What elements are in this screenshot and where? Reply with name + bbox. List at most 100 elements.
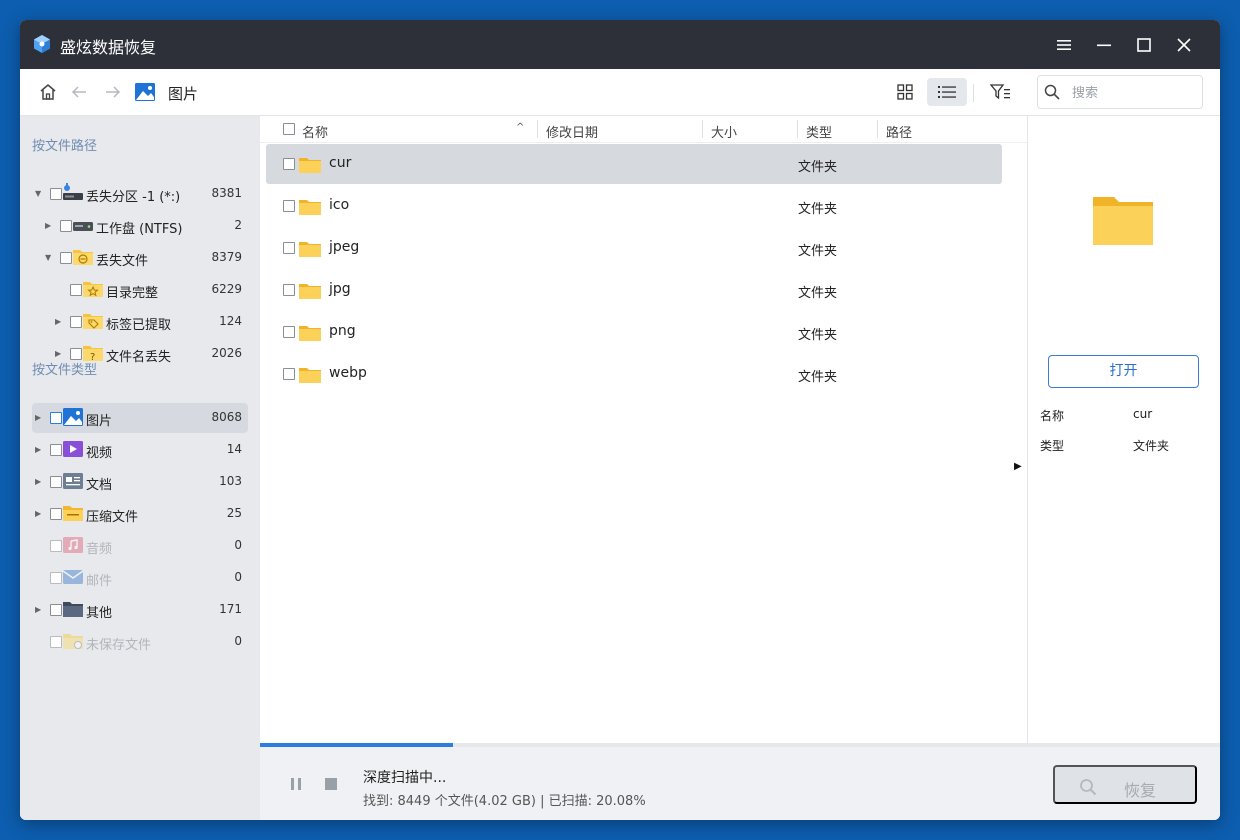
- tree-item-count: 8379: [211, 250, 242, 264]
- table-row[interactable]: ico 文件夹: [266, 186, 1002, 226]
- chevron-right-icon[interactable]: ▶: [35, 508, 45, 520]
- chevron-down-icon[interactable]: ▼: [45, 252, 55, 264]
- select-all-checkbox[interactable]: [283, 123, 295, 135]
- column-divider[interactable]: [877, 120, 878, 138]
- tree-item-count: 0: [234, 538, 242, 552]
- tree-item-documents[interactable]: ▶ 文档 103: [32, 467, 248, 497]
- col-type[interactable]: 类型: [806, 122, 832, 141]
- row-checkbox[interactable]: [283, 326, 295, 338]
- col-name[interactable]: 名称: [302, 122, 328, 141]
- tree-item-mail[interactable]: 邮件 0: [32, 563, 248, 593]
- tree-item-audio[interactable]: 音频 0: [32, 531, 248, 561]
- toolbar-divider: [973, 84, 974, 102]
- table-row[interactable]: png 文件夹: [266, 312, 1002, 352]
- column-divider[interactable]: [797, 120, 798, 138]
- row-checkbox[interactable]: [283, 242, 295, 254]
- tree-item-label: 图片: [86, 414, 113, 429]
- checkbox[interactable]: [50, 636, 62, 648]
- grid-view-button[interactable]: [885, 78, 925, 106]
- row-checkbox[interactable]: [283, 200, 295, 212]
- row-checkbox[interactable]: [283, 368, 295, 380]
- search-icon: [1079, 778, 1097, 801]
- chevron-down-icon[interactable]: ▼: [35, 188, 45, 200]
- checkbox[interactable]: [50, 476, 62, 488]
- checkbox[interactable]: [50, 188, 62, 200]
- meta-type-value: 文件夹: [1133, 439, 1170, 453]
- search-icon: [1044, 84, 1060, 104]
- table-row[interactable]: jpg 文件夹: [266, 270, 1002, 310]
- checkbox[interactable]: [50, 412, 62, 424]
- document-icon: [62, 471, 84, 491]
- tree-item-tag-extracted[interactable]: ▶ 标签已提取 124: [32, 307, 248, 337]
- checkbox[interactable]: [50, 508, 62, 520]
- tree-item-label: 文档: [86, 478, 113, 493]
- col-modified[interactable]: 修改日期: [546, 122, 598, 141]
- checkbox[interactable]: [60, 220, 72, 232]
- list-view-button[interactable]: [927, 78, 967, 106]
- table-row[interactable]: jpeg 文件夹: [266, 228, 1002, 268]
- open-button[interactable]: 打开: [1048, 355, 1199, 388]
- other-icon: [62, 599, 84, 619]
- chevron-right-icon[interactable]: ▶: [35, 444, 45, 456]
- search-box: [1037, 75, 1203, 109]
- tree-item-label: 丢失文件: [96, 254, 149, 269]
- filter-icon[interactable]: [989, 81, 1011, 103]
- tree-item-other[interactable]: ▶ 其他 171: [32, 595, 248, 625]
- disk-icon: [72, 215, 94, 235]
- tree-item-label: 压缩文件: [86, 510, 139, 525]
- recover-button[interactable]: 恢复: [1053, 765, 1197, 804]
- row-checkbox[interactable]: [283, 284, 295, 296]
- minimize-icon[interactable]: [1091, 32, 1117, 58]
- checkbox[interactable]: [70, 284, 82, 296]
- stop-icon[interactable]: [324, 777, 338, 795]
- table-row[interactable]: cur 文件夹: [266, 144, 1002, 184]
- search-input[interactable]: [1072, 82, 1192, 104]
- tree-item-pictures[interactable]: ▶ 图片 8068: [32, 403, 248, 433]
- tree-item-count: 25: [226, 506, 242, 520]
- tree-item-lost-files[interactable]: ▼ 丢失文件 8379: [32, 243, 248, 273]
- close-icon[interactable]: [1171, 32, 1197, 58]
- section-by-path: 按文件路径: [32, 139, 98, 154]
- checkbox[interactable]: [70, 316, 82, 328]
- chevron-right-icon[interactable]: ▶: [55, 316, 65, 328]
- recover-label: 恢复: [1124, 783, 1157, 800]
- col-path[interactable]: 路径: [886, 122, 912, 141]
- tree-item-video[interactable]: ▶ 视频 14: [32, 435, 248, 465]
- home-icon[interactable]: [37, 81, 59, 103]
- tree-item-unsaved[interactable]: 未保存文件 0: [32, 627, 248, 657]
- menu-icon[interactable]: [1051, 32, 1077, 58]
- column-divider[interactable]: [537, 120, 538, 138]
- file-list: 名称 ^ 修改日期 大小 类型 路径 cur 文件夹 ico 文件夹 jpeg: [260, 116, 1027, 743]
- chevron-right-icon[interactable]: ▶: [45, 220, 55, 232]
- table-row[interactable]: webp 文件夹: [266, 354, 1002, 394]
- forward-arrow-icon[interactable]: [102, 81, 124, 103]
- checkbox[interactable]: [50, 604, 62, 616]
- checkbox[interactable]: [50, 572, 62, 584]
- file-name: webp: [329, 365, 367, 381]
- pause-icon[interactable]: [290, 777, 302, 795]
- file-type: 文件夹: [798, 370, 838, 385]
- tree-item-archives[interactable]: ▶ 压缩文件 25: [32, 499, 248, 529]
- chevron-right-icon[interactable]: ▶: [35, 412, 45, 424]
- chevron-right-icon[interactable]: ▶: [35, 476, 45, 488]
- sidebar: 按文件路径 ▼ 丢失分区 -1 (*:) 8381 ▶ 工作盘 (NTFS) 2…: [20, 116, 260, 820]
- row-checkbox[interactable]: [283, 158, 295, 170]
- tree-item-work-disk[interactable]: ▶ 工作盘 (NTFS) 2: [32, 211, 248, 241]
- checkbox[interactable]: [50, 540, 62, 552]
- chevron-right-icon[interactable]: ▶: [35, 604, 45, 616]
- maximize-icon[interactable]: [1131, 32, 1157, 58]
- title-bar: 盛炫数据恢复: [20, 20, 1220, 69]
- tree-item-count: 2: [234, 218, 242, 232]
- tree-item-dir-complete[interactable]: 目录完整 6229: [32, 275, 248, 305]
- column-divider[interactable]: [702, 120, 703, 138]
- file-type: 文件夹: [798, 244, 838, 259]
- tree-item-lost-partition[interactable]: ▼ 丢失分区 -1 (*:) 8381: [32, 179, 248, 209]
- col-size[interactable]: 大小: [711, 122, 737, 141]
- checkbox[interactable]: [60, 252, 72, 264]
- checkbox[interactable]: [50, 444, 62, 456]
- panel-toggle-icon[interactable]: ▶: [1014, 461, 1022, 472]
- tree-item-label: 音频: [86, 542, 113, 557]
- sort-asc-icon[interactable]: ^: [516, 122, 524, 133]
- toolbar: 图片: [20, 69, 1220, 116]
- back-arrow-icon[interactable]: [68, 81, 90, 103]
